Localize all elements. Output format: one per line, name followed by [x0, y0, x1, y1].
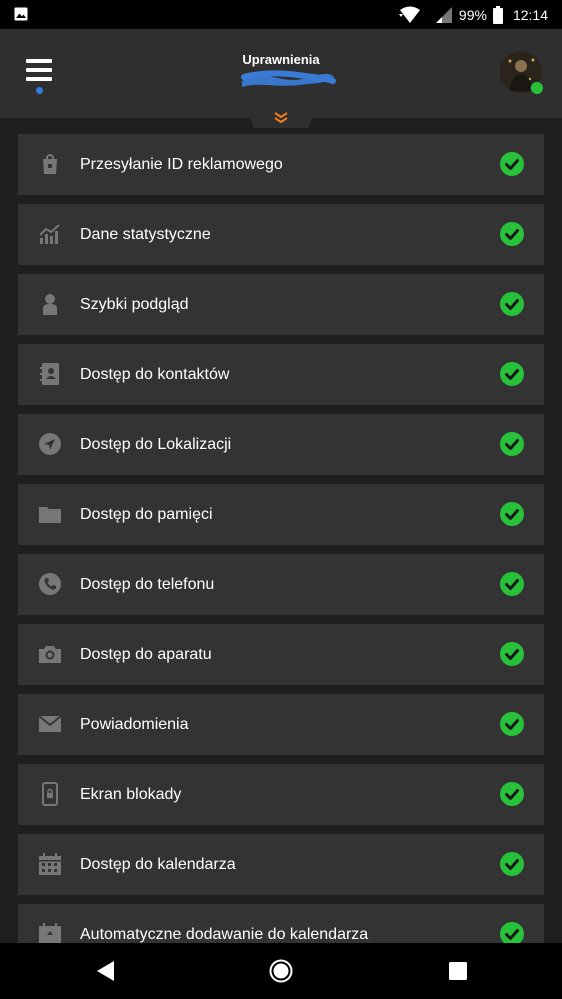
check-circle-icon[interactable]	[500, 852, 524, 876]
recents-icon[interactable]	[446, 959, 470, 983]
camera-icon	[39, 646, 61, 663]
wifi-icon	[398, 6, 420, 23]
app-header: Uprawnienia	[0, 29, 562, 118]
calendar-icon	[39, 853, 61, 875]
folder-icon	[39, 507, 61, 523]
permission-label: Dostęp do telefonu	[80, 576, 215, 593]
envelope-icon	[38, 715, 62, 732]
phone-icon	[39, 573, 61, 595]
system-nav-bar	[0, 943, 562, 999]
check-circle-icon[interactable]	[500, 362, 524, 386]
list-item[interactable]: Ekran blokady	[18, 764, 544, 825]
list-item[interactable]: Dane statystyczne	[18, 204, 544, 265]
check-circle-icon[interactable]	[500, 152, 524, 176]
chart-icon	[39, 224, 60, 244]
back-icon[interactable]	[94, 959, 118, 983]
page-title: Uprawnienia	[242, 52, 320, 67]
list-item[interactable]: Dostęp do aparatu	[18, 624, 544, 685]
check-circle-icon[interactable]	[500, 642, 524, 666]
list-item[interactable]: Dostęp do pamięci	[18, 484, 544, 545]
permission-label: Dostęp do kalendarza	[80, 856, 236, 873]
double-chevron-down-icon[interactable]	[246, 108, 316, 128]
list-item[interactable]: Dostęp do kontaktów	[18, 344, 544, 405]
status-bar: 99% 12:14	[0, 0, 562, 29]
person-icon	[43, 294, 57, 315]
clock: 12:14	[512, 6, 548, 23]
list-item[interactable]: Dostęp do telefonu	[18, 554, 544, 615]
permission-label: Dostęp do aparatu	[80, 646, 212, 663]
check-circle-icon[interactable]	[500, 712, 524, 736]
notification-dot	[36, 87, 43, 94]
list-item[interactable]: Dostęp do Lokalizacji	[18, 414, 544, 475]
image-icon	[14, 7, 28, 21]
permission-label: Szybki podgląd	[80, 296, 189, 313]
contacts-book-icon	[40, 363, 59, 385]
phone-lock-icon	[42, 782, 58, 806]
check-circle-icon[interactable]	[500, 292, 524, 316]
list-item[interactable]: Szybki podgląd	[18, 274, 544, 335]
check-circle-icon[interactable]	[500, 502, 524, 526]
check-circle-icon[interactable]	[500, 782, 524, 806]
battery-percent: 99%	[458, 6, 487, 23]
check-circle-icon[interactable]	[500, 572, 524, 596]
permission-label: Dostęp do pamięci	[80, 506, 213, 523]
battery-icon	[492, 5, 503, 24]
list-item[interactable]: Dostęp do kalendarza	[18, 834, 544, 895]
permission-label: Ekran blokady	[80, 786, 182, 803]
permission-label: Dostęp do kontaktów	[80, 366, 230, 383]
permission-label: Przesyłanie ID reklamowego	[80, 156, 283, 173]
permission-label: Dostęp do Lokalizacji	[80, 436, 232, 453]
list-item[interactable]: Przesyłanie ID reklamowego	[18, 134, 544, 195]
check-circle-icon[interactable]	[500, 432, 524, 456]
check-circle-icon[interactable]	[500, 222, 524, 246]
signal-icon	[435, 6, 452, 23]
redaction-scribble	[241, 70, 336, 87]
permission-label: Powiadomienia	[80, 716, 189, 733]
permission-label: Dane statystyczne	[80, 226, 211, 243]
list-item[interactable]: Powiadomienia	[18, 694, 544, 755]
location-arrow-icon	[39, 433, 61, 455]
online-status-dot	[530, 81, 544, 95]
avatar[interactable]	[500, 51, 544, 95]
shopping-bag-icon	[43, 154, 57, 174]
home-icon[interactable]	[269, 959, 293, 983]
